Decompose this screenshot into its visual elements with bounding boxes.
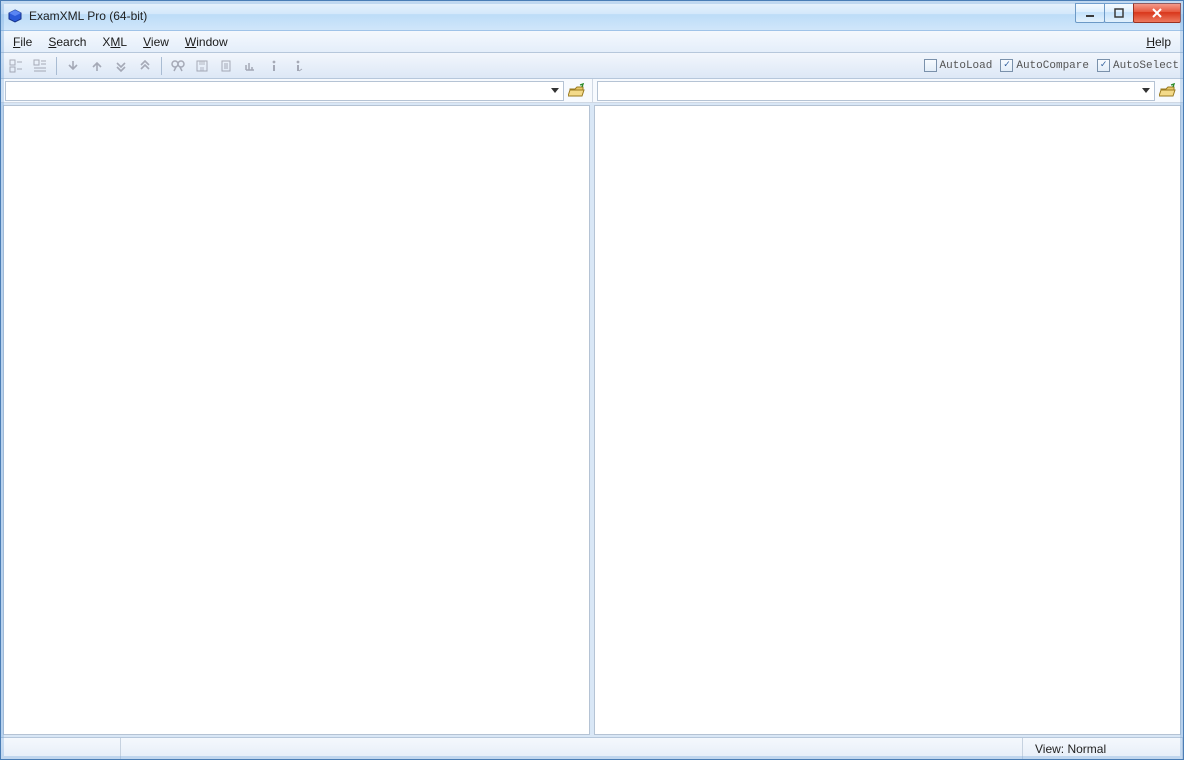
autocompare-checkbox[interactable]: AutoCompare [1000, 59, 1089, 72]
tool-info-icon[interactable] [263, 55, 285, 77]
left-path-cell [1, 79, 592, 102]
autocompare-label: AutoCompare [1016, 60, 1089, 72]
compare-panes [1, 103, 1183, 737]
tool-last-diff-icon[interactable] [110, 55, 132, 77]
autoload-label: AutoLoad [940, 60, 993, 72]
menu-bar: File Search XML View Window Help [1, 31, 1183, 53]
checkbox-icon [1097, 59, 1110, 72]
menu-window[interactable]: Window [177, 33, 236, 51]
right-path-combo[interactable] [597, 81, 1156, 101]
menu-search[interactable]: Search [40, 33, 94, 51]
dropdown-arrow-icon[interactable] [547, 82, 563, 100]
right-path-input[interactable] [598, 82, 1139, 100]
autoload-checkbox[interactable]: AutoLoad [924, 59, 993, 72]
left-path-input[interactable] [6, 82, 547, 100]
tool-prev-diff-icon[interactable] [86, 55, 108, 77]
menu-file[interactable]: File [5, 33, 40, 51]
toolbar: AutoLoad AutoCompare AutoSelect [1, 53, 1183, 79]
right-pane[interactable] [594, 105, 1181, 735]
right-path-cell [592, 79, 1184, 102]
left-open-button[interactable] [566, 81, 588, 101]
left-pane[interactable] [3, 105, 590, 735]
menu-view[interactable]: View [135, 33, 177, 51]
autoselect-checkbox[interactable]: AutoSelect [1097, 59, 1179, 72]
tool-report-icon[interactable] [215, 55, 237, 77]
minimize-button[interactable] [1075, 3, 1105, 23]
checkbox-icon [1000, 59, 1013, 72]
checkbox-icon [924, 59, 937, 72]
window-controls [1076, 3, 1181, 23]
tool-save-icon[interactable] [191, 55, 213, 77]
tool-tree-expand-icon[interactable] [29, 55, 51, 77]
folder-open-icon [568, 83, 586, 99]
dropdown-arrow-icon[interactable] [1138, 82, 1154, 100]
app-icon [7, 8, 23, 24]
menu-help[interactable]: Help [1138, 33, 1179, 51]
tool-tree-collapse-icon[interactable] [5, 55, 27, 77]
tool-help-icon[interactable] [287, 55, 309, 77]
folder-open-icon [1159, 83, 1177, 99]
toolbar-separator [161, 57, 162, 75]
status-cell-2 [121, 738, 1023, 759]
window-title: ExamXML Pro (64-bit) [29, 9, 147, 23]
status-cell-1 [1, 738, 121, 759]
title-bar: ExamXML Pro (64-bit) [1, 1, 1183, 31]
path-row [1, 79, 1183, 103]
status-bar: View: Normal [1, 737, 1183, 759]
tool-find-icon[interactable] [167, 55, 189, 77]
close-button[interactable] [1133, 3, 1181, 23]
menu-xml[interactable]: XML [94, 33, 135, 51]
status-view-label: View: Normal [1035, 742, 1106, 756]
app-window: ExamXML Pro (64-bit) File Search XML Vie… [0, 0, 1184, 760]
status-view-mode: View: Normal [1023, 738, 1183, 759]
tool-first-diff-icon[interactable] [134, 55, 156, 77]
tool-options-icon[interactable] [239, 55, 261, 77]
right-open-button[interactable] [1157, 81, 1179, 101]
tool-next-diff-icon[interactable] [62, 55, 84, 77]
autoselect-label: AutoSelect [1113, 60, 1179, 72]
toolbar-separator [56, 57, 57, 75]
maximize-button[interactable] [1104, 3, 1134, 23]
left-path-combo[interactable] [5, 81, 564, 101]
